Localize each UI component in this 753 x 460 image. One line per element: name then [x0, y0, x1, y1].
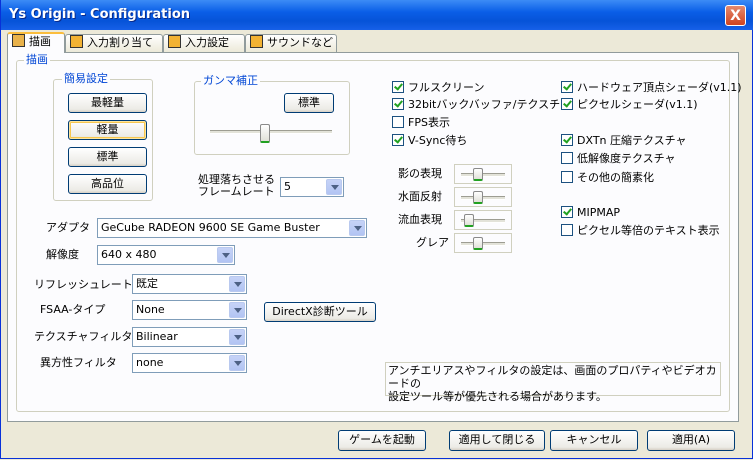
controller-icon [168, 35, 181, 48]
anisotropic-label: 異方性フィルタ [40, 356, 117, 369]
backbuffer-32bit-checkbox[interactable]: 32bitバックバッファ/テクスチャ [392, 98, 571, 112]
refresh-rate-label: リフレッシュレート [34, 278, 133, 291]
anisotropic-select[interactable]: none [132, 353, 247, 373]
fps-display-checkbox[interactable]: FPS表示 [392, 116, 450, 130]
glare-slider[interactable] [454, 233, 512, 253]
frame-skip-label-2: フレームレート [198, 185, 275, 198]
frame-skip-select[interactable]: 5 [280, 177, 344, 197]
window-title: Ys Origin - Configuration [9, 7, 191, 22]
chevron-down-icon[interactable] [229, 355, 245, 371]
monitor-icon [12, 34, 25, 47]
chevron-down-icon[interactable] [229, 329, 245, 345]
checkbox-box[interactable] [561, 81, 573, 93]
glare-slider-thumb[interactable] [472, 237, 483, 250]
shadow-slider[interactable] [454, 164, 512, 184]
info-note-line-1: アンチエリアスやフィルタの設定は、画面のプロパティやビデオカードの [388, 364, 717, 390]
adapter-label: アダプタ [46, 221, 90, 234]
preset-light-button[interactable]: 軽量 [68, 120, 147, 140]
tab-drawing[interactable]: 描画 [7, 32, 65, 53]
info-note-line-2: 設定ツール等が優先される場合があります。 [388, 390, 607, 403]
title-bar[interactable]: Ys Origin - Configuration X [1, 0, 753, 30]
adapter-select[interactable]: GeCube RADEON 9600 SE Game Buster [97, 218, 367, 238]
preset-standard-button[interactable]: 標準 [68, 147, 147, 167]
chevron-down-icon[interactable] [326, 179, 342, 195]
checkbox-box[interactable] [561, 206, 573, 218]
glare-label: グレア [416, 236, 449, 249]
checkbox-box[interactable] [392, 116, 404, 128]
checkbox-box[interactable] [561, 98, 573, 110]
water-reflection-slider[interactable] [454, 187, 512, 207]
cancel-button[interactable]: キャンセル [550, 430, 638, 451]
checkbox-box[interactable] [561, 134, 573, 146]
info-note: アンチエリアスやフィルタの設定は、画面のプロパティやビデオカードの 設定ツール等… [385, 362, 721, 403]
checkbox-box[interactable] [392, 81, 404, 93]
preset-lightest-button[interactable]: 最軽量 [68, 93, 147, 113]
tab-panel: 描画 簡易設定 最軽量 軽量 標準 高品位 ガンマ補正 標準 処理落ちさせる フ… [7, 52, 742, 422]
chevron-down-icon[interactable] [217, 247, 233, 263]
close-icon: X [730, 8, 741, 24]
mipmap-checkbox[interactable]: MIPMAP [561, 206, 620, 220]
tab-sound[interactable]: サウンドなど [245, 34, 337, 52]
checkbox-box[interactable] [561, 171, 573, 183]
gamma-slider-thumb[interactable] [260, 124, 271, 143]
launch-game-button[interactable]: ゲームを起動 [338, 430, 426, 451]
resolution-select[interactable]: 640 x 480 [97, 245, 235, 265]
gamma-group-label: ガンマ補正 [201, 74, 260, 87]
preset-group-label: 簡易設定 [62, 72, 110, 85]
blood-slider-thumb[interactable] [464, 214, 475, 227]
refresh-rate-select[interactable]: 既定 [132, 274, 247, 294]
shadow-label: 影の表現 [398, 167, 442, 180]
blood-label: 流血表現 [398, 213, 442, 226]
texture-filter-label: テクスチャフィルタ [34, 330, 133, 343]
checkbox-box[interactable] [392, 134, 404, 146]
texture-filter-select[interactable]: Bilinear [132, 327, 247, 347]
gamma-slider[interactable] [204, 122, 338, 146]
chevron-down-icon[interactable] [349, 220, 365, 236]
checkbox-box[interactable] [561, 224, 573, 236]
fsaa-select[interactable]: None [132, 300, 247, 320]
dxtn-texture-checkbox[interactable]: DXTn 圧縮テクスチャ [561, 134, 687, 148]
fsaa-label: FSAA-タイプ [40, 303, 106, 316]
checkbox-box[interactable] [561, 152, 573, 164]
gamma-reset-button[interactable]: 標準 [284, 93, 334, 113]
water-reflection-label: 水面反射 [398, 190, 442, 203]
dxdiag-button[interactable]: DirectX診断ツール [264, 302, 376, 322]
blood-slider[interactable] [454, 210, 512, 230]
sound-icon [250, 35, 263, 48]
apply-close-button[interactable]: 適用して閉じる [449, 430, 545, 451]
gamma-slider-track [210, 130, 332, 134]
chevron-down-icon[interactable] [229, 276, 245, 292]
shadow-slider-thumb[interactable] [472, 168, 483, 181]
close-button[interactable]: X [725, 5, 746, 26]
fullscreen-checkbox[interactable]: フルスクリーン [392, 81, 484, 95]
other-simplify-checkbox[interactable]: その他の簡素化 [561, 171, 654, 185]
water-reflection-slider-thumb[interactable] [472, 191, 483, 204]
tab-input-assign[interactable]: 入力割り当て [65, 34, 163, 52]
preset-high-quality-button[interactable]: 高品位 [68, 174, 147, 194]
drawing-group-label: 描画 [24, 53, 50, 66]
low-res-texture-checkbox[interactable]: 低解像度テクスチャ [561, 152, 676, 166]
resolution-label: 解像度 [46, 248, 79, 261]
config-window: Ys Origin - Configuration X 描画 入力割り当て 入力… [0, 0, 753, 459]
hw-vertex-shader-checkbox[interactable]: ハードウェア頂点シェーダ(v1.1) [561, 81, 742, 95]
tab-input-settings[interactable]: 入力設定 [163, 34, 245, 52]
pixel-exact-text-checkbox[interactable]: ピクセル等倍のテキスト表示 [561, 224, 720, 238]
controller-icon [70, 35, 83, 48]
chevron-down-icon[interactable] [229, 302, 245, 318]
apply-button[interactable]: 適用(A) [647, 430, 735, 451]
checkbox-box[interactable] [392, 98, 404, 110]
vsync-checkbox[interactable]: V-Sync待ち [392, 134, 467, 148]
pixel-shader-checkbox[interactable]: ピクセルシェーダ(v1.1) [561, 98, 698, 112]
